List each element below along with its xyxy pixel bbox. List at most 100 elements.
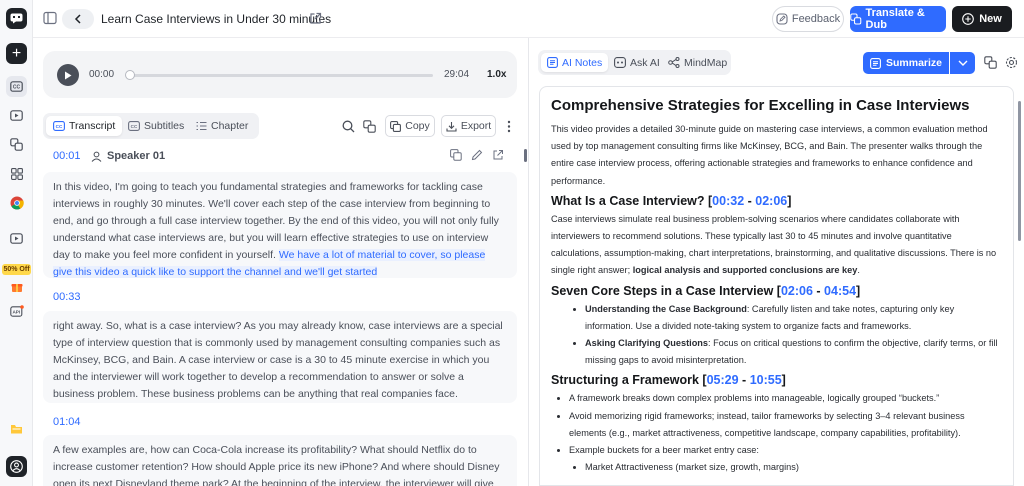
notes-section-heading: What Is a Case Interview? [00:32 - 02:06… (551, 193, 792, 208)
translate-dub-button[interactable]: Translate & Dub (850, 6, 946, 32)
timestamp-link[interactable]: 10:55 (750, 373, 782, 387)
progress-handle[interactable] (125, 70, 135, 80)
transcript-segment[interactable]: In this video, I'm going to teach you fu… (43, 172, 517, 278)
translate-icon[interactable] (984, 56, 997, 69)
rail-apps-icon[interactable] (6, 163, 27, 184)
back-button[interactable] (62, 9, 94, 29)
edit-icon (776, 13, 788, 25)
tab-transcript[interactable]: CC Transcript (46, 116, 123, 136)
add-icon[interactable]: + (6, 43, 27, 64)
timestamp-link[interactable]: 02:06 (755, 194, 787, 208)
tab-mindmap[interactable]: MindMap (662, 53, 733, 72)
timestamp-link[interactable]: 00:32 (712, 194, 744, 208)
mindmap-icon (668, 57, 680, 68)
page-title: Learn Case Interviews in Under 30 minute… (101, 12, 332, 26)
transcript-panel: 00:00 29:04 1.0x CC Transcript CC Subtit… (33, 38, 528, 486)
rail-transcript-icon[interactable]: CC (6, 76, 27, 97)
discount-badge[interactable]: 50% Off (2, 264, 31, 275)
plus-circle-icon (962, 13, 975, 25)
tab-chapter-label: Chapter (211, 120, 249, 132)
copy-label: Copy (405, 120, 430, 132)
header: Learn Case Interviews in Under 30 minute… (33, 0, 1024, 38)
edit-icon[interactable] (471, 149, 483, 161)
copy-icon[interactable] (450, 149, 462, 161)
summarize-label: Summarize (885, 57, 943, 69)
tab-ai-notes[interactable]: AI Notes (541, 53, 609, 72)
notes-intro: This video provides a detailed 30-minute… (551, 124, 988, 186)
export-button[interactable]: Export (441, 115, 496, 137)
notes-list-item: Understanding the Case Background: Caref… (585, 301, 1002, 335)
share-icon[interactable] (492, 149, 504, 161)
external-link-icon[interactable] (309, 12, 322, 25)
notes-sublist: Market Attractiveness (market size, grow… (551, 459, 1002, 476)
app-logo-icon[interactable] (6, 8, 27, 29)
tab-transcript-label: Transcript (69, 120, 116, 132)
feedback-label: Feedback (791, 13, 841, 25)
transcript-scrollbar[interactable] (524, 149, 527, 162)
feedback-button[interactable]: Feedback (772, 6, 844, 32)
tab-ai-notes-label: AI Notes (562, 56, 603, 69)
timestamp-link[interactable]: 05:29 (707, 373, 739, 387)
svg-text:CC: CC (56, 124, 63, 129)
ai-tabs: AI Notes Ask AI MindMap (538, 50, 731, 75)
speaker-name: Speaker 01 (107, 150, 166, 162)
speaker-label[interactable]: Speaker 01 (91, 150, 165, 162)
play-button[interactable] (57, 64, 79, 86)
gift-icon[interactable] (6, 276, 27, 297)
copy-button[interactable]: Copy (385, 115, 435, 137)
user-icon (91, 151, 102, 162)
ai-notes-content: Comprehensive Strategies for Excelling i… (539, 86, 1014, 486)
duration: 29:04 (444, 69, 470, 80)
svg-text:CC: CC (131, 124, 138, 129)
transcript-segment[interactable]: A few examples are, how can Coca-Cola in… (43, 435, 517, 486)
translate-icon[interactable] (363, 120, 376, 133)
transcript-segment[interactable]: right away. So, what is a case interview… (43, 311, 517, 403)
playback-speed[interactable]: 1.0x (487, 69, 506, 80)
avatar[interactable] (6, 456, 27, 477)
chrome-icon[interactable] (6, 192, 27, 213)
app-window: + CC 50% Off API Learn Case Interviews i… (0, 0, 1024, 486)
progress-track[interactable] (127, 74, 433, 77)
notes-section-heading: Seven Core Steps in a Case Interview [02… (551, 283, 861, 298)
svg-text:API: API (12, 309, 20, 314)
search-icon[interactable] (342, 120, 355, 133)
more-options-icon[interactable] (507, 120, 511, 133)
gear-icon[interactable] (1005, 56, 1018, 69)
notes-list-item: Asking Clarifying Questions: Focus on cr… (585, 335, 1002, 369)
cc-icon: CC (128, 121, 140, 131)
segment-timestamp[interactable]: 00:01 (53, 150, 81, 162)
copy-icon (390, 120, 402, 132)
tab-chapter[interactable]: Chapter (189, 116, 255, 136)
translate-label: Translate & Dub (865, 7, 925, 31)
tab-ask-ai-label: Ask AI (630, 56, 660, 69)
summarize-button[interactable]: Summarize (863, 52, 949, 74)
timestamp-link[interactable]: 04:54 (824, 284, 856, 298)
chevron-left-icon (74, 14, 81, 24)
notes-list: Understanding the Case Background: Caref… (551, 301, 1002, 370)
audio-player: 00:00 29:04 1.0x (43, 51, 517, 98)
export-label: Export (460, 120, 492, 132)
notes-list-item: Market Attractiveness (market size, grow… (585, 459, 1002, 476)
tab-ask-ai[interactable]: Ask AI (608, 53, 666, 72)
notes-scrollbar[interactable] (1018, 101, 1021, 241)
notes-section-heading: Structuring a Framework [05:29 - 10:55] (551, 373, 786, 388)
rail-translate-icon[interactable] (6, 134, 27, 155)
new-button[interactable]: New (952, 6, 1012, 32)
summarize-dropdown[interactable] (950, 52, 975, 74)
segment-text: A few examples are, how can Coca-Cola in… (53, 444, 500, 486)
rail-video-icon[interactable] (6, 105, 27, 126)
folder-icon[interactable] (6, 418, 27, 439)
segment-timestamp[interactable]: 01:04 (53, 416, 81, 428)
timestamp-link[interactable]: 02:06 (781, 284, 813, 298)
sidebar-toggle-icon[interactable] (43, 11, 57, 25)
segment-timestamp[interactable]: 00:33 (53, 291, 81, 303)
rail-player-icon[interactable] (6, 228, 27, 249)
tab-mindmap-label: MindMap (684, 56, 728, 69)
api-icon[interactable]: API (6, 300, 27, 321)
tab-subtitles[interactable]: CC Subtitles (121, 116, 191, 136)
play-icon (65, 71, 72, 79)
notes-section-body: Case interviews simulate real business p… (551, 213, 997, 276)
new-label: New (979, 13, 1002, 25)
notes-icon (870, 57, 881, 69)
segment-tools (450, 149, 504, 161)
